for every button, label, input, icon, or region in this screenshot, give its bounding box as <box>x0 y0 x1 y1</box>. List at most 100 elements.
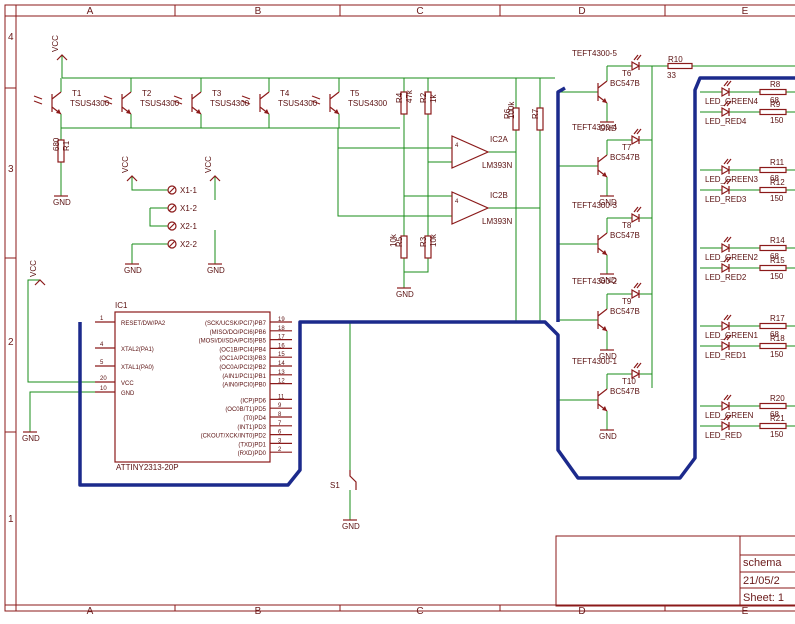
phototransistor-2-collector <box>121 91 132 100</box>
mcu-vcc-wire <box>27 279 95 383</box>
led-red-res-ref: R21 <box>770 414 785 423</box>
mcu-pin-name: (AIN1/PCI1)PB1 <box>222 374 266 380</box>
connector-label: X1-1 <box>180 186 197 195</box>
phototransistor-ref: T2 <box>142 89 152 98</box>
gnd-label: GND <box>342 522 360 531</box>
connector-slash <box>168 186 176 194</box>
phototransistor-5-collector <box>329 91 340 100</box>
mcu-pin-name: (TXD)PD1 <box>238 442 266 448</box>
emitter-ref: TEFT4300-3 <box>572 201 617 210</box>
phototransistor-ref: T4 <box>280 89 290 98</box>
led-diode <box>721 184 731 196</box>
led-red-label: LED_RED1 <box>705 351 747 360</box>
driver-transistor-collector <box>597 80 608 89</box>
r6-ref: R6 <box>503 108 512 119</box>
driver-transistor-arrow <box>602 406 607 411</box>
led-diode <box>721 420 731 432</box>
mcu-pin-name: (SCK/UCSK/PCI7)PB7 <box>205 321 267 327</box>
led-red-res-value: 150 <box>770 194 784 203</box>
title-date: 21/05/2 <box>743 575 780 587</box>
mcu-pin-name: GND <box>121 391 135 397</box>
resistor <box>759 264 787 272</box>
emitter-ref: TEFT4300-2 <box>572 277 617 286</box>
led-red-label: LED_RED <box>705 431 742 440</box>
phototransistor-3-collector <box>191 91 202 100</box>
comparator-ref: IC2A <box>490 135 508 144</box>
led-red-res-value: 150 <box>770 272 784 281</box>
driver-value: BC547B <box>610 231 640 240</box>
driver-transistor-collector <box>597 308 608 317</box>
mcu-pin-name: (OC0A/PCI2)PB2 <box>219 365 266 371</box>
comparator-pin: 4 <box>455 143 459 149</box>
driver-bus <box>556 86 566 322</box>
resistor <box>667 62 693 70</box>
vcc-label: VCC <box>51 35 60 52</box>
mcu-pin-name: (MISO/DO/PCI6)PB6 <box>210 330 267 336</box>
gnd-label: GND <box>599 432 617 441</box>
mcu-pin-number: 18 <box>278 326 285 332</box>
buses <box>78 76 795 487</box>
r3-gnd <box>404 258 429 273</box>
mcu-pin-number: 14 <box>278 361 285 367</box>
x1-1-wire <box>131 176 168 191</box>
mcu-pin-number: 16 <box>278 343 285 349</box>
led-green-label: LED_GREEN1 <box>705 331 758 340</box>
emitter-ref: TEFT4300-5 <box>572 49 617 58</box>
led-diode <box>721 164 731 176</box>
schematic-canvas: AABBCCDDEE4321VCCT1TSUS4300T2TSUS4300T3T… <box>4 4 795 617</box>
column-label-top: D <box>578 6 585 17</box>
wires <box>27 55 795 520</box>
connector-slash <box>168 222 176 230</box>
mcu-gnd-wire <box>29 391 95 432</box>
driver-value: BC547B <box>610 307 640 316</box>
led-diode <box>721 262 731 274</box>
driver-value: BC547B <box>610 387 640 396</box>
led-red-res-value: 150 <box>770 116 784 125</box>
led-green-res-ref: R11 <box>770 158 785 167</box>
led-diode <box>721 320 731 332</box>
driver-ref: T9 <box>622 297 632 306</box>
mcu-pin-name: (AIN0/PCI0)PB0 <box>222 383 266 389</box>
x2-1-wire <box>149 208 168 227</box>
comparator-value: LM393N <box>482 161 512 170</box>
resistor-value: R2 <box>419 92 428 103</box>
mcu-pin-name: (INT1)PD3 <box>237 425 266 431</box>
vcc-arrow <box>34 279 46 286</box>
mcu-pin-number: 10 <box>100 386 107 392</box>
driver-value: BC547B <box>610 79 640 88</box>
row-label: 4 <box>8 32 14 43</box>
led-red-label: LED_RED2 <box>705 273 747 282</box>
row-label: 3 <box>8 164 14 175</box>
mcu-pin-name: (RXD)PD0 <box>238 451 267 457</box>
mcu-pin-number: 17 <box>278 335 285 341</box>
driver-ref: T6 <box>622 69 632 78</box>
led-green-res-ref: R17 <box>770 314 785 323</box>
connector-slash <box>168 240 176 248</box>
led-red-res-value: 150 <box>770 430 784 439</box>
mcu-pin-name: (T0)PD4 <box>243 416 266 422</box>
driver-transistor-collector <box>597 154 608 163</box>
phototransistor-value: TSUS4300 <box>70 99 110 108</box>
phototransistor-3-arrow <box>196 109 201 114</box>
emitter-ref: TEFT4300-1 <box>572 357 617 366</box>
gnd-label: GND <box>53 198 71 207</box>
column-label-top: C <box>416 6 423 17</box>
comparator-pin: 4 <box>455 199 459 205</box>
gnd-label: GND <box>124 266 142 275</box>
led-red-label: LED_RED3 <box>705 195 747 204</box>
column-label-top: E <box>742 6 749 17</box>
connector-label: X2-1 <box>180 222 197 231</box>
gnd-label: GND <box>207 266 225 275</box>
light-arrow <box>33 95 43 100</box>
led-diode <box>631 134 641 146</box>
title-name: schema <box>743 557 782 569</box>
column-label-bottom: C <box>416 606 423 617</box>
comp-a-plus <box>337 128 452 149</box>
driver-ref: T10 <box>622 377 636 386</box>
led-red-res-ref: R18 <box>770 334 785 343</box>
driver-transistor-arrow <box>602 326 607 331</box>
phototransistor-value: TSUS4300 <box>348 99 388 108</box>
r2-value: 1k <box>429 94 438 103</box>
vcc-label: VCC <box>204 156 213 173</box>
led-diode <box>721 400 731 412</box>
